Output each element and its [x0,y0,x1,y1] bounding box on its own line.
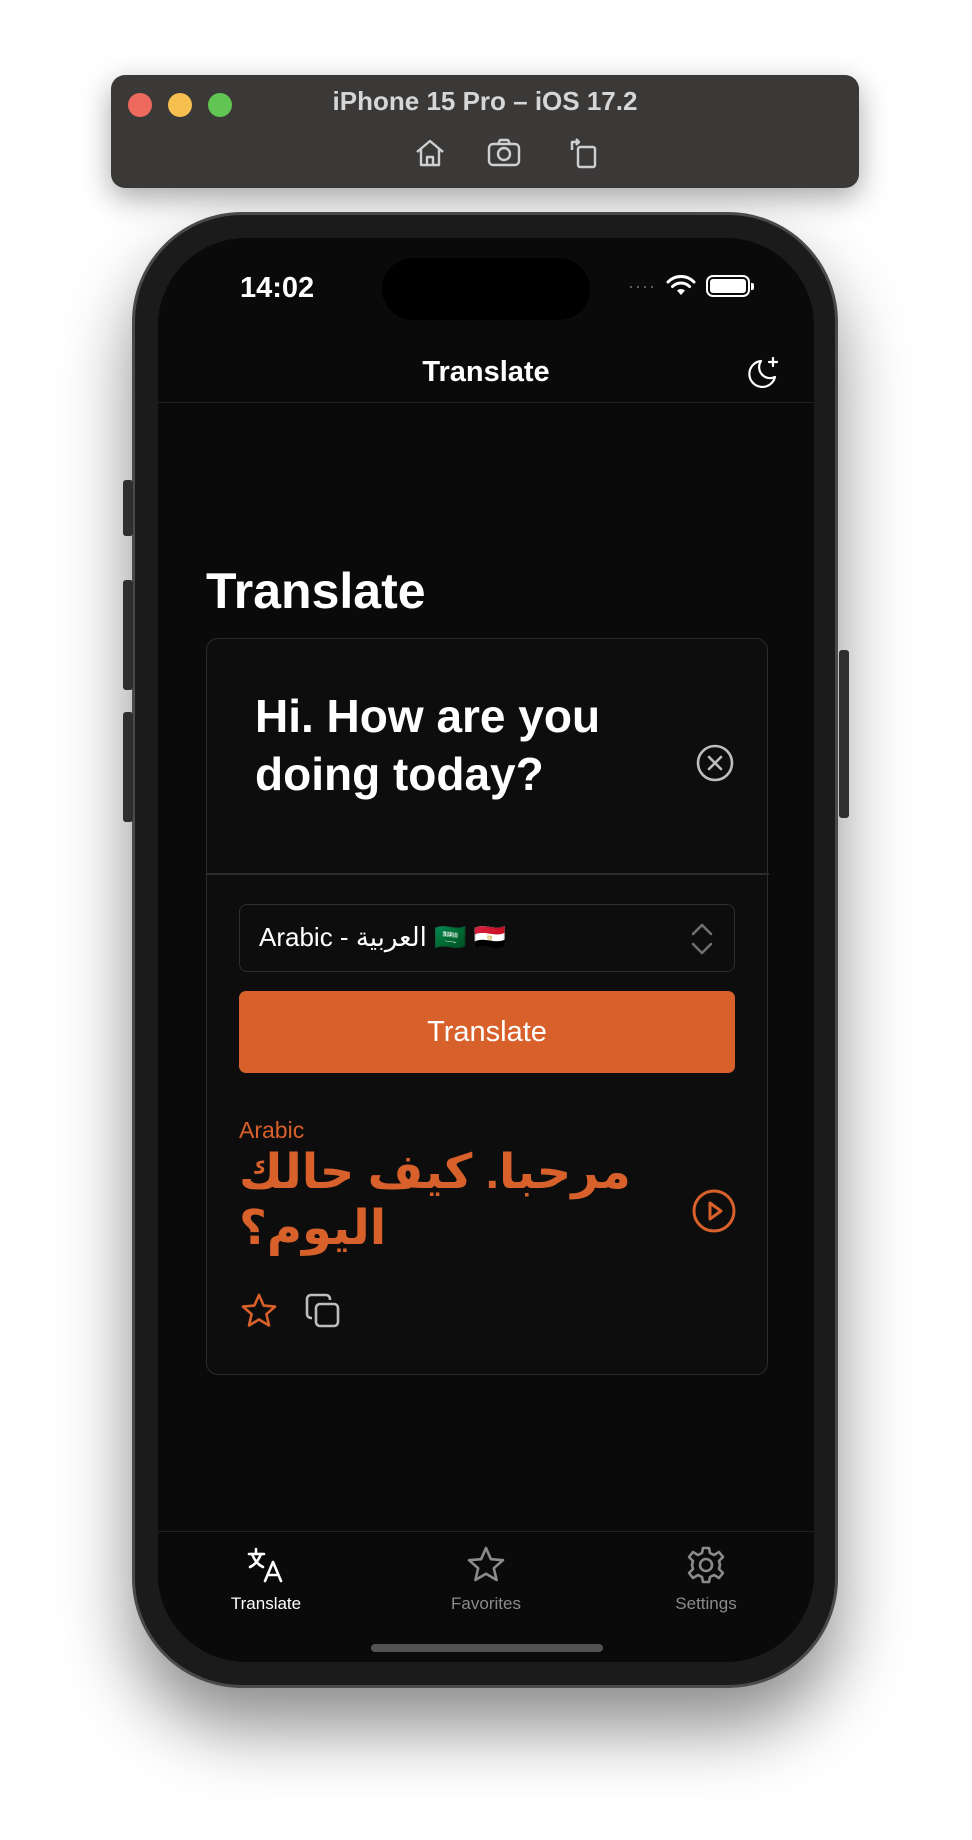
selected-language: Arabic - العربية 🇸🇦 🇪🇬 [259,922,507,952]
rotate-icon[interactable] [566,136,602,170]
home-indicator[interactable] [371,1644,603,1652]
source-text-input[interactable]: Hi. How are you doing today? [255,687,675,803]
tab-label-favorites: Favorites [451,1594,521,1613]
translated-text: مرحبا. كيف حالك اليوم؟ [239,1146,631,1255]
page-title: Translate [206,563,426,619]
target-language-select[interactable]: Arabic - العربية 🇸🇦 🇪🇬 [239,904,735,972]
tab-label-translate: Translate [230,1594,302,1613]
status-indicators: ···· [628,274,754,298]
translate-icon [247,1547,283,1583]
signal-icon: ···· [628,276,656,296]
favorite-star-icon[interactable] [239,1291,279,1331]
screenshot-icon[interactable] [486,136,522,170]
play-circle-icon[interactable] [691,1188,737,1234]
chevron-up-down-icon [688,919,716,959]
simulator-title: iPhone 15 Pro – iOS 17.2 [332,86,638,116]
tab-translate[interactable]: Translate [196,1544,336,1614]
tab-favorites[interactable]: Favorites [416,1544,556,1614]
power-button [839,650,849,818]
output-language-label: Arabic [239,1117,305,1143]
gear-icon [687,1546,725,1584]
tab-label-settings: Settings [675,1594,737,1613]
action-button [123,480,133,536]
copy-icon[interactable] [303,1291,343,1331]
tab-settings[interactable]: Settings [636,1544,776,1614]
navigation-bar: Translate [158,343,814,403]
nav-title: Translate [422,356,550,388]
star-icon [467,1546,505,1582]
home-icon[interactable] [412,136,448,170]
dynamic-island [382,258,590,320]
tab-bar: Translate Favorites Settings [158,1531,814,1662]
moon-sparkle-icon[interactable] [744,355,782,393]
battery-icon [705,275,754,297]
card-divider [207,873,769,875]
volume-up-button [123,580,133,690]
status-time: 14:02 [240,272,315,304]
clear-circle-icon[interactable] [695,743,735,783]
wifi-icon [666,275,696,295]
translate-button[interactable]: Translate [239,991,735,1073]
translate-card: Hi. How are you doing today? Arabic - ال… [206,638,769,1375]
phone-screen: 14:02 ···· Translate Translate Hi. How a… [158,238,814,1662]
volume-down-button [123,712,133,822]
